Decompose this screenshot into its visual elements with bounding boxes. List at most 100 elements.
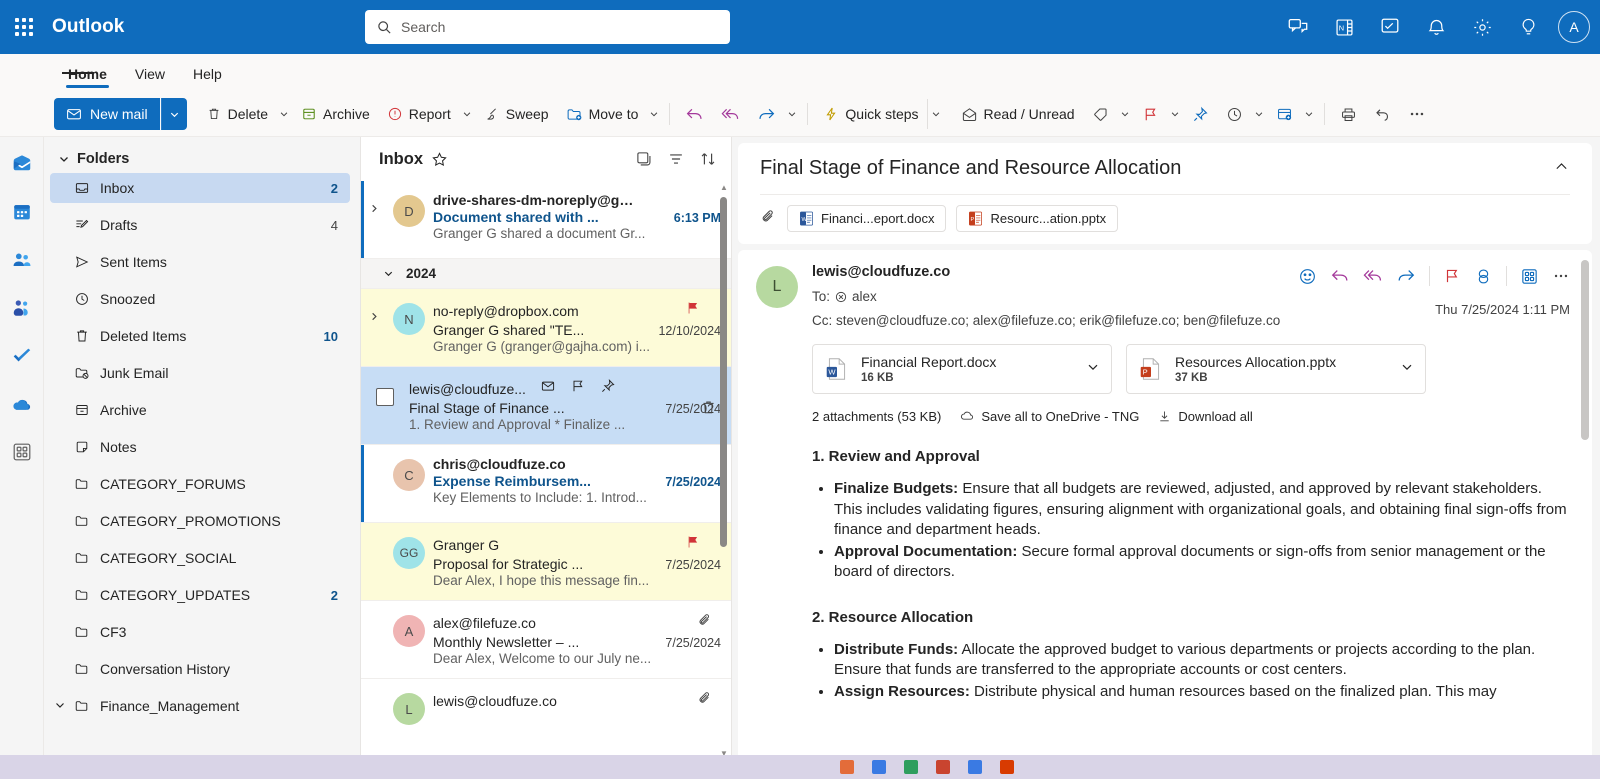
print-button[interactable] xyxy=(1332,98,1365,130)
settings-gear-icon[interactable] xyxy=(1462,7,1502,47)
flag-icon[interactable] xyxy=(1443,267,1461,285)
sidebar-item-category-forums[interactable]: CATEGORY_FORUMS xyxy=(50,469,350,499)
to-value[interactable]: alex xyxy=(852,289,877,304)
sidebar-item-deleted-items[interactable]: Deleted Items 10 xyxy=(50,321,350,351)
taskbar-icon[interactable] xyxy=(936,760,950,774)
date-group-header[interactable]: 2024 xyxy=(361,259,731,289)
tips-lightbulb-icon[interactable] xyxy=(1508,7,1548,47)
rules-button[interactable] xyxy=(1268,98,1301,130)
mail-icon[interactable] xyxy=(7,149,37,179)
tab-view[interactable]: View xyxy=(123,59,177,88)
reading-pane-scrollbar-thumb[interactable] xyxy=(1581,260,1589,440)
flag-button[interactable] xyxy=(1134,98,1167,130)
sidebar-item-drafts[interactable]: Drafts 4 xyxy=(50,210,350,240)
flag-icon[interactable] xyxy=(570,378,586,399)
conversation-view-icon[interactable] xyxy=(635,150,653,168)
new-mail-button[interactable]: New mail xyxy=(54,98,160,130)
save-all-to-onedrive-button[interactable]: Save all to OneDrive - TNG xyxy=(959,408,1139,424)
sidebar-item-category-social[interactable]: CATEGORY_SOCIAL xyxy=(50,543,350,573)
taskbar-icon[interactable] xyxy=(968,760,982,774)
app-launcher-icon[interactable] xyxy=(0,18,48,36)
taskbar-icon[interactable] xyxy=(840,760,854,774)
message-list-item[interactable]: lewis@cloudfuze... Final Stage of Financ… xyxy=(361,367,731,445)
report-button[interactable]: Report xyxy=(379,98,459,130)
delete-dropdown[interactable] xyxy=(276,109,292,119)
pin-icon[interactable] xyxy=(600,378,616,399)
chevron-down-icon[interactable] xyxy=(54,698,66,714)
onedrive-cloud-icon[interactable] xyxy=(7,389,37,419)
sidebar-item-category-promotions[interactable]: CATEGORY_PROMOTIONS xyxy=(50,506,350,536)
sidebar-item-sent-items[interactable]: Sent Items xyxy=(50,247,350,277)
move-to-button[interactable]: Move to xyxy=(558,98,647,130)
sidebar-item-finance-management[interactable]: Finance_Management xyxy=(50,691,350,721)
move-to-dropdown[interactable] xyxy=(646,109,662,119)
chevron-down-icon[interactable] xyxy=(1400,360,1414,379)
sidebar-item-archive[interactable]: Archive xyxy=(50,395,350,425)
taskbar-icon[interactable] xyxy=(1000,760,1014,774)
tab-home[interactable]: Home xyxy=(56,59,119,88)
attachment-card-word[interactable]: W Financial Report.docx 16 KB xyxy=(812,344,1112,394)
onenote-icon[interactable]: N xyxy=(1324,7,1364,47)
reply-all-icon[interactable] xyxy=(1363,266,1383,286)
more-actions-icon[interactable] xyxy=(1552,267,1570,285)
flag-icon[interactable] xyxy=(685,534,701,555)
search-box[interactable] xyxy=(365,10,730,44)
flag-icon[interactable] xyxy=(685,300,701,321)
reply-button[interactable] xyxy=(677,98,712,130)
favorite-star-icon[interactable] xyxy=(431,151,448,168)
message-list-item[interactable]: A alex@filefuze.co Monthly Newsletter – … xyxy=(361,601,731,679)
archive-button[interactable]: Archive xyxy=(293,98,378,130)
delete-button[interactable]: Delete xyxy=(198,98,276,130)
collapse-header-icon[interactable] xyxy=(1553,158,1570,180)
more-options-button[interactable] xyxy=(1400,98,1434,130)
message-list-item[interactable]: D drive-shares-dm-noreply@googl... Docum… xyxy=(361,181,731,259)
rules-dropdown[interactable] xyxy=(1301,109,1317,119)
read-unread-button[interactable]: Read / Unread xyxy=(953,98,1083,130)
expand-conversation-icon[interactable] xyxy=(369,298,385,357)
reply-all-button[interactable] xyxy=(713,98,748,130)
teams-chat-icon[interactable] xyxy=(1278,7,1318,47)
message-list-item[interactable]: C chris@cloudfuze.co Expense Reimbursem.… xyxy=(361,445,731,523)
attachment-chip-powerpoint[interactable]: P Resourc...ation.pptx xyxy=(956,205,1119,232)
sidebar-item-inbox[interactable]: Inbox 2 xyxy=(50,173,350,203)
notifications-bell-icon[interactable] xyxy=(1416,7,1456,47)
message-list-scrollbar[interactable]: ▲ ▼ xyxy=(718,183,729,758)
emoji-reaction-icon[interactable] xyxy=(1298,267,1317,286)
calendar-icon[interactable] xyxy=(7,197,37,227)
search-input[interactable] xyxy=(401,19,718,35)
folders-header[interactable]: Folders xyxy=(50,145,350,173)
reply-icon[interactable] xyxy=(1330,266,1350,286)
avatar[interactable]: A xyxy=(1558,11,1590,43)
message-list-item[interactable]: L lewis@cloudfuze.co xyxy=(361,679,731,757)
scrollbar-thumb[interactable] xyxy=(720,197,727,547)
new-mail-dropdown[interactable] xyxy=(160,98,187,130)
forward-icon[interactable] xyxy=(1396,266,1416,286)
chevron-down-icon[interactable] xyxy=(1086,360,1100,379)
apps-grid-icon[interactable] xyxy=(1520,267,1539,286)
sweep-button[interactable]: Sweep xyxy=(476,98,557,130)
message-list-item[interactable]: GG Granger G Proposal for Strategic ... … xyxy=(361,523,731,601)
cc-value[interactable]: steven@cloudfuze.co; alex@filefuze.co; e… xyxy=(836,313,1280,328)
todo-icon[interactable] xyxy=(1370,7,1410,47)
sidebar-item-cf3[interactable]: CF3 xyxy=(50,617,350,647)
download-all-button[interactable]: Download all xyxy=(1157,409,1253,424)
sidebar-item-category-updates[interactable]: CATEGORY_UPDATES 2 xyxy=(50,580,350,610)
tab-help[interactable]: Help xyxy=(181,59,234,88)
message-select-checkbox[interactable] xyxy=(376,388,394,406)
snooze-dropdown[interactable] xyxy=(1251,109,1267,119)
todo-check-icon[interactable] xyxy=(7,341,37,371)
tag-button[interactable] xyxy=(1084,98,1117,130)
report-dropdown[interactable] xyxy=(459,109,475,119)
quick-steps-button[interactable]: Quick steps xyxy=(815,98,926,130)
pin-button[interactable] xyxy=(1184,98,1217,130)
people-icon[interactable] xyxy=(7,245,37,275)
sidebar-item-junk-email[interactable]: Junk Email xyxy=(50,358,350,388)
filter-icon[interactable] xyxy=(667,150,685,168)
sidebar-item-conversation-history[interactable]: Conversation History xyxy=(50,654,350,684)
forward-button[interactable] xyxy=(749,98,784,130)
expand-conversation-icon[interactable] xyxy=(369,190,385,249)
teams-icon[interactable] xyxy=(7,293,37,323)
attachment-chip-word[interactable]: W Financi...eport.docx xyxy=(787,205,947,232)
forward-dropdown[interactable] xyxy=(784,109,800,119)
loop-components-icon[interactable] xyxy=(1474,267,1493,286)
